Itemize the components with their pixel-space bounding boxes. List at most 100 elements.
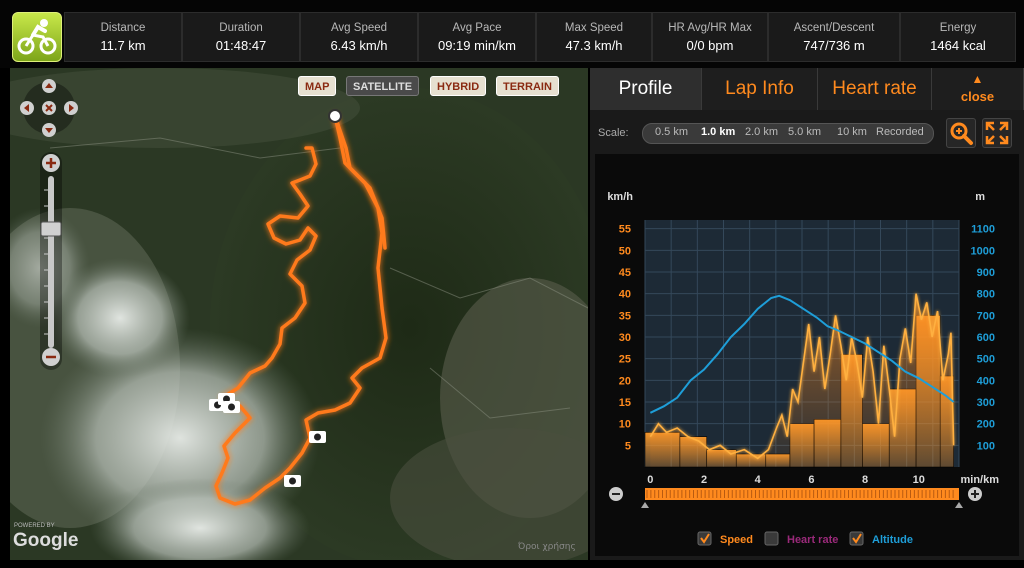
range-handle-left [641,502,649,508]
x-tick-label: 2 [701,474,707,486]
powered-by-label: POWERED BY [14,523,55,529]
stat-label: Duration [219,22,263,34]
map-type-hybrid-button[interactable]: HYBRID [430,76,487,96]
fullscreen-icon [985,121,1009,145]
pan-right-button[interactable] [64,101,78,115]
stat-label: Energy [939,22,977,34]
x-tick-label: 6 [808,474,814,486]
right-tick-label: 300 [977,397,995,409]
google-logo[interactable]: Google [13,530,78,552]
zoom-slider[interactable] [38,150,64,372]
close-button[interactable]: ▲ close [932,68,1024,110]
zoom-chart-button[interactable] [946,118,976,148]
x-tick-label: 8 [862,474,868,486]
stat-avg-speed: Avg Speed 6.43 km/h [300,12,418,62]
left-tick-label: 40 [619,289,631,301]
photo-marker-icon[interactable] [222,398,242,414]
scale-option-10km[interactable]: 10 km [837,126,867,138]
stat-distance: Distance 11.7 km [64,12,182,62]
left-tick-label: 20 [619,375,631,387]
stat-avg-pace: Avg Pace 09:19 min/km [418,12,536,62]
left-tick-label: 55 [619,224,631,236]
right-tick-label: 700 [977,310,995,322]
stats-bar: Distance 11.7 km Duration 01:48:47 Avg Spe… [0,0,1024,68]
stat-value: 747/736 m [803,38,865,53]
analysis-panel: Profile Lap Info Heart rate ▲ close Scal… [590,68,1024,560]
left-tick-label: 30 [619,332,631,344]
pan-down-button[interactable] [42,123,56,137]
scale-row: Scale: 0.5 km 1.0 km 2.0 km 5.0 km 10 km… [590,114,1024,152]
right-tick-label: 1000 [971,245,995,257]
scale-option-2km[interactable]: 2.0 km [745,126,778,138]
chevron-up-icon: ▲ [971,72,984,86]
stat-value: 01:48:47 [215,38,267,53]
zoom-in-button[interactable] [42,154,60,172]
right-tick-label: 500 [977,354,995,366]
left-tick-label: 35 [619,310,631,322]
tab-lap-info[interactable]: Lap Info [702,68,818,110]
stat-value: 1464 kcal [930,38,986,53]
right-unit-label: m [975,191,985,203]
x-axis-label: min/km [960,474,999,486]
left-tick-label: 50 [619,245,631,257]
stat-value: 0/0 bpm [686,38,734,53]
right-tick-label: 900 [977,267,995,279]
stat-label: Distance [100,22,146,34]
scale-option-0-5km[interactable]: 0.5 km [655,126,688,138]
pan-up-button[interactable] [42,79,56,93]
map-view[interactable]: MAP SATELLITE HYBRID TERRAIN POWERED BY … [10,68,588,560]
stat-ascent-descent: Ascent/Descent 747/736 m [768,12,900,62]
legend-label: Altitude [872,534,913,546]
right-tick-label: 200 [977,419,995,431]
x-tick-label: 0 [647,474,653,486]
map-type-terrain-button[interactable]: TERRAIN [496,76,559,96]
stat-label: Ascent/Descent [793,22,875,34]
stat-energy: Energy 1464 kcal [900,12,1016,62]
zoom-out-button[interactable] [42,348,60,366]
scale-option-1km[interactable]: 1.0 km [701,126,735,138]
stat-value: 6.43 km/h [330,38,388,53]
magnifier-icon [950,122,973,145]
stat-label: Avg Speed [330,22,388,34]
left-unit-label: km/h [607,191,633,203]
legend-checkbox [764,531,779,546]
pan-left-button[interactable] [20,101,34,115]
terms-link[interactable]: Όροι χρήσης [518,542,576,552]
map-type-satellite-button[interactable]: SATELLITE [346,76,420,96]
left-tick-label: 10 [619,419,631,431]
stat-max-speed: Max Speed 47.3 km/h [536,12,652,62]
pan-reset-button[interactable] [42,101,56,115]
scale-selector: 0.5 km 1.0 km 2.0 km 5.0 km 10 km Record… [642,123,934,144]
fullscreen-button[interactable] [982,118,1012,148]
right-tick-label: 800 [977,289,995,301]
legend-label: Speed [720,534,753,546]
profile-chart[interactable]: 5 10 15 20 25 30 35 40 45 50 55 km/h 100 200 300 400 500… [595,154,1019,556]
range-handle-right [955,502,963,508]
scale-label: Scale: [598,127,629,139]
photo-marker-icon[interactable] [283,472,303,488]
photo-marker-icon[interactable] [308,428,328,444]
scale-option-recorded[interactable]: Recorded [876,126,924,138]
stat-value: 11.7 km [100,38,146,53]
left-tick-label: 25 [619,354,631,366]
right-tick-label: 1100 [971,224,995,236]
cycling-icon [12,12,62,62]
map-type-map-button[interactable]: MAP [298,76,337,96]
x-tick-label: 4 [755,474,762,486]
tab-heart-rate[interactable]: Heart rate [818,68,932,110]
stat-label: HR Avg/HR Max [668,22,752,34]
stat-heart-rate: HR Avg/HR Max 0/0 bpm [652,12,768,62]
stat-label: Max Speed [564,22,624,34]
stat-duration: Duration 01:48:47 [182,12,300,62]
stat-value: 09:19 min/km [437,38,517,53]
x-tick-label: 10 [913,474,925,486]
pan-control [20,79,78,137]
profile-chart-svg: 510152025303540455055km/h100200300400500… [607,191,999,546]
left-tick-label: 45 [619,267,631,279]
right-tick-label: 400 [977,375,995,387]
scale-option-5km[interactable]: 5.0 km [788,126,821,138]
tab-profile[interactable]: Profile [590,68,702,110]
stat-value: 47.3 km/h [565,38,623,53]
right-tick-label: 600 [977,332,995,344]
right-tick-label: 100 [977,440,995,452]
